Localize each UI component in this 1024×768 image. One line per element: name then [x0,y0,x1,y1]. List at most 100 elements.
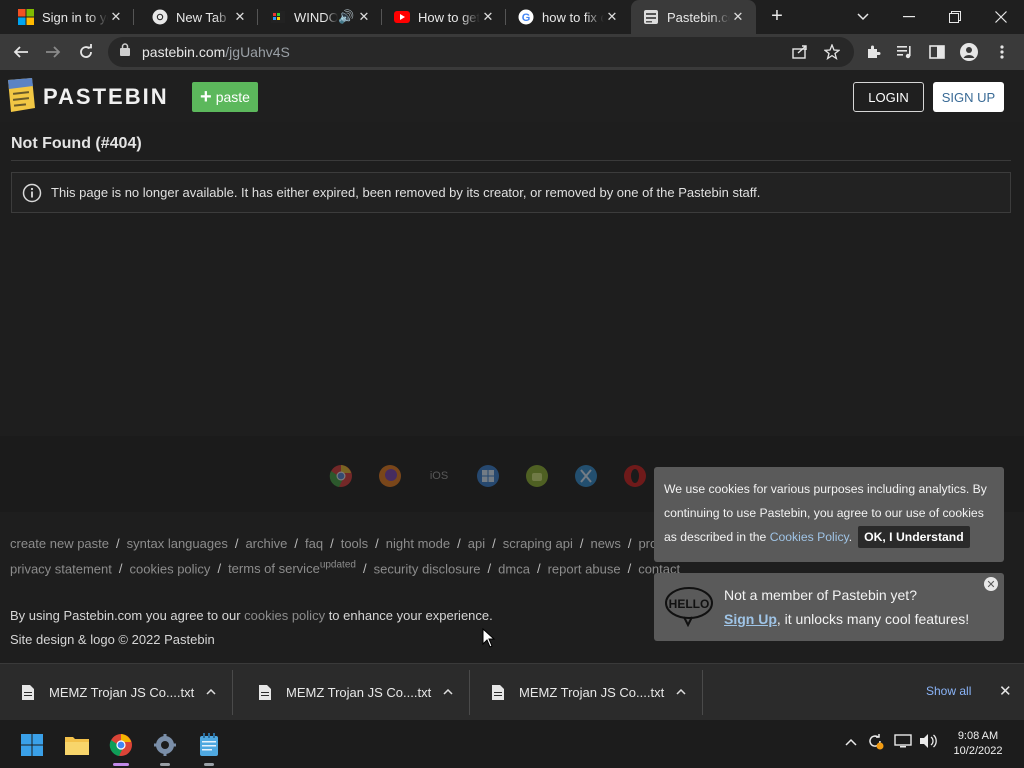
ios-app-icon[interactable]: iOS [427,464,451,488]
microsoft-icon [18,9,34,25]
back-button[interactable] [8,40,34,64]
download-item[interactable]: MEMZ Trojan JS Co....txt [0,664,233,721]
tray-overflow-chevron-icon[interactable] [845,734,857,749]
footer-link[interactable]: syntax languages [127,536,228,551]
reload-button[interactable] [73,40,99,64]
network-icon[interactable] [894,733,912,752]
close-downloads-icon[interactable]: ✕ [999,682,1012,700]
firefox-app-icon[interactable] [378,464,402,488]
start-button-icon[interactable] [15,728,49,762]
restore-button[interactable] [932,0,978,34]
footer-link[interactable]: api [468,536,485,551]
login-button[interactable]: LOGIN [853,82,924,112]
profile-icon[interactable] [956,40,982,64]
tab-search-icon[interactable] [840,0,886,34]
close-tab-icon[interactable]: ✕ [356,9,372,25]
settings-gear-icon[interactable] [148,728,182,766]
download-filename: MEMZ Trojan JS Co....txt [519,685,665,700]
footer-link[interactable]: create new paste [10,536,109,551]
tab-google-search[interactable]: G how to fix c ✕ [506,0,630,34]
menu-icon[interactable] [989,40,1015,64]
download-item[interactable]: MEMZ Trojan JS Co....txt [237,664,470,721]
cookie-accept-button[interactable]: OK, I Understand [858,526,970,548]
terms-label: terms of service [228,561,320,577]
footer-link[interactable]: news [590,536,620,551]
footer-link[interactable]: night mode [386,536,450,551]
tab-windows[interactable]: WINDOWS 🔊 ✕ [258,0,382,34]
footer-link[interactable]: dmca [498,561,530,576]
chevron-up-icon[interactable] [443,684,453,698]
footer-link[interactable]: faq [305,536,323,551]
extensions-icon[interactable] [861,40,887,64]
system-clock[interactable]: 9:08 AM 10/2/2022 [948,729,1008,759]
close-tab-icon[interactable]: ✕ [232,9,248,25]
opera-app-icon[interactable] [623,464,647,488]
footer-link[interactable]: tools [341,536,368,551]
close-window-button[interactable] [978,0,1024,34]
share-icon[interactable] [790,43,810,61]
youtube-icon [394,9,410,25]
file-explorer-icon[interactable] [60,728,94,762]
android-app-icon[interactable] [525,464,549,488]
file-icon [259,684,273,701]
close-tab-icon[interactable]: ✕ [604,9,620,25]
tab-title: Pastebin.com [667,9,730,25]
site-header: PASTEBIN + paste LOGIN SIGN UP [0,70,1024,122]
download-filename: MEMZ Trojan JS Co....txt [286,685,432,700]
chrome-taskbar-icon[interactable] [104,728,138,766]
bookmark-star-icon[interactable] [822,43,842,61]
download-item[interactable]: MEMZ Trojan JS Co....txt [470,664,703,721]
tab-sign-in[interactable]: Sign in to your ✕ [0,0,134,34]
sync-update-icon[interactable] [866,732,884,753]
promo-signup-link[interactable]: Sign Up [724,611,777,627]
volume-icon[interactable] [919,733,937,752]
chevron-up-icon[interactable] [206,684,216,698]
footer-links-row2: privacy statement / cookies policy / terms o… [10,560,681,577]
chrome-app-icon[interactable] [329,464,353,488]
footer-link-terms[interactable]: terms of serviceupdated [228,560,356,577]
show-all-downloads-link[interactable]: Show all [926,684,971,698]
notepad-icon[interactable] [192,728,226,766]
footer-link[interactable]: cookies policy [130,561,211,576]
cookie-agreement-text: By using Pastebin.com you agree to our c… [10,608,493,623]
cookie-policy-link[interactable]: Cookies Policy [770,530,849,544]
browser-toolbar: pastebin.com/jgUahv4S [0,34,1024,70]
cookie-banner: We use cookies for various purposes incl… [654,467,1004,562]
footer-link[interactable]: security disclosure [374,561,481,576]
footer-link[interactable]: report abuse [548,561,621,576]
minimize-button[interactable] [886,0,932,34]
tab-pastebin[interactable]: Pastebin.com ✕ [631,0,756,34]
side-panel-icon[interactable] [924,40,950,64]
media-control-icon[interactable] [892,40,918,64]
address-bar[interactable]: pastebin.com/jgUahv4S [108,37,854,67]
copyright-text: Site design & logo © 2022 Pastebin [10,632,215,647]
tab-title: How to get [418,9,480,25]
windows-tab-icon [270,9,286,25]
footer-link[interactable]: privacy statement [10,561,112,576]
mac-app-icon[interactable] [574,464,598,488]
speaker-icon[interactable]: 🔊 [338,9,354,25]
tab-new-tab[interactable]: New Tab ✕ [134,0,258,34]
svg-text:HELLO: HELLO [669,597,710,611]
promo-subline: Sign Up, it unlocks many cool features! [724,611,970,627]
forward-button[interactable] [40,40,66,64]
close-tab-icon[interactable]: ✕ [480,9,496,25]
close-promo-icon[interactable]: ✕ [984,577,998,591]
close-tab-icon[interactable]: ✕ [108,9,124,25]
site-logo-text[interactable]: PASTEBIN [43,84,169,110]
new-tab-button[interactable]: + [766,6,788,28]
tab-youtube[interactable]: How to get ✕ [382,0,506,34]
chevron-up-icon[interactable] [676,684,686,698]
footer-link[interactable]: archive [245,536,287,551]
windows-taskbar: 9:08 AM 10/2/2022 [0,720,1024,768]
signup-button[interactable]: SIGN UP [933,82,1004,112]
paste-button-label: paste [215,89,250,105]
footer-link[interactable]: scraping api [503,536,573,551]
close-tab-icon[interactable]: ✕ [730,9,746,25]
clock-date: 10/2/2022 [953,745,1003,757]
new-paste-button[interactable]: + paste [192,82,258,112]
signup-promo: HELLO Not a member of Pastebin yet? Sign… [654,573,1004,641]
pastebin-logo-icon[interactable] [2,76,38,114]
windows-app-icon[interactable] [476,464,500,488]
cookies-policy-link[interactable]: cookies policy [244,608,325,623]
